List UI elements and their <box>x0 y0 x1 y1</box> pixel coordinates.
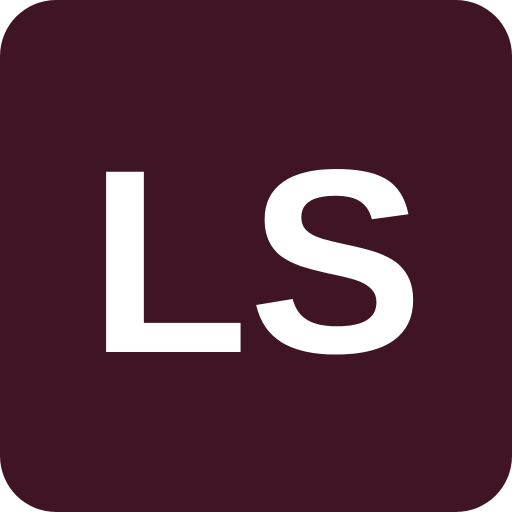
app-icon: LS <box>0 0 512 512</box>
monogram-graphic: LS <box>89 115 424 408</box>
monogram-text: LS <box>89 115 424 408</box>
